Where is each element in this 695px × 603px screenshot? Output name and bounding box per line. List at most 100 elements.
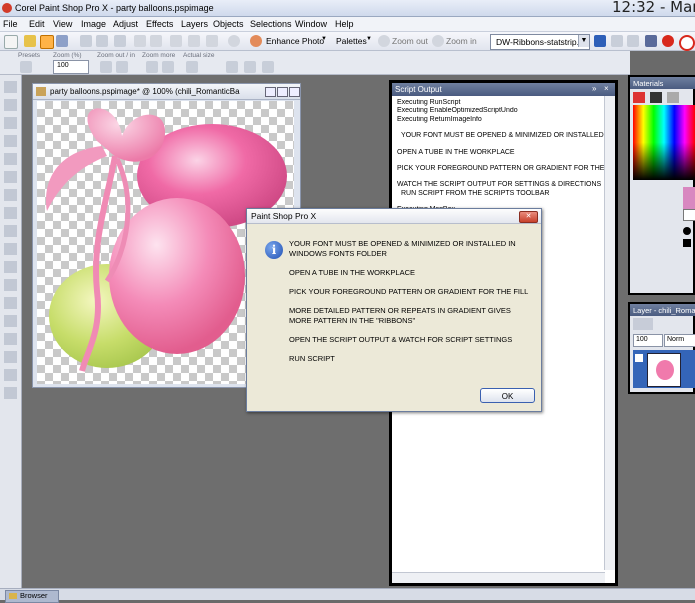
zoom-out-button[interactable]: Zoom out xyxy=(392,36,428,46)
vertical-scrollbar[interactable] xyxy=(604,96,615,570)
menu-window[interactable]: Window xyxy=(295,19,327,29)
materials-titlebar[interactable]: Materials xyxy=(630,77,695,89)
pin-icon[interactable]: » xyxy=(592,84,596,93)
layer-row[interactable] xyxy=(633,350,695,388)
redo-icon[interactable] xyxy=(150,35,162,47)
scan-icon[interactable] xyxy=(114,35,126,47)
blend-mode-select[interactable]: Norm xyxy=(664,334,695,347)
zoom-in-icon[interactable] xyxy=(432,35,444,47)
clock: 12:32 - March xyxy=(612,0,695,16)
zoom-more-in-icon[interactable] xyxy=(162,61,174,73)
close-icon[interactable]: ✕ xyxy=(519,211,538,223)
script-save-icon[interactable] xyxy=(627,35,639,47)
browser-tab[interactable]: Browser xyxy=(5,590,59,603)
eraser-tool-icon[interactable] xyxy=(4,297,17,309)
fit-screen-icon[interactable] xyxy=(262,61,274,73)
fit-image-icon[interactable] xyxy=(244,61,256,73)
crop-tool-icon[interactable] xyxy=(4,207,17,219)
fit-window-icon[interactable] xyxy=(226,61,238,73)
run-script-icon[interactable] xyxy=(594,35,606,47)
image-window-titlebar[interactable]: party balloons.pspimage* @ 100% (chili_R… xyxy=(33,84,300,100)
zoom-in-small-icon[interactable] xyxy=(116,61,128,73)
close-icon[interactable]: × xyxy=(604,84,609,93)
frame-tab-icon[interactable] xyxy=(633,92,645,103)
menu-objects[interactable]: Objects xyxy=(213,19,244,29)
eyedropper-icon[interactable] xyxy=(4,189,17,201)
menu-help[interactable]: Help xyxy=(335,19,354,29)
picture-tube-icon[interactable] xyxy=(4,315,17,327)
save-as-icon[interactable] xyxy=(80,35,92,47)
layers-titlebar[interactable]: Layer - chili_Roma xyxy=(630,304,695,316)
browse-icon[interactable] xyxy=(40,35,54,49)
flood-fill-icon[interactable] xyxy=(4,333,17,345)
magic-wand-icon[interactable] xyxy=(4,171,17,183)
opacity-input[interactable]: 100 xyxy=(633,334,663,347)
new-icon[interactable] xyxy=(4,35,18,49)
menu-image[interactable]: Image xyxy=(81,19,106,29)
text-tool-icon[interactable] xyxy=(4,351,17,363)
chevron-down-icon[interactable]: ▼ xyxy=(578,35,589,47)
actual-size-icon[interactable] xyxy=(186,61,198,73)
save-icon[interactable] xyxy=(56,35,68,47)
zoom-more-out-icon[interactable] xyxy=(146,61,158,73)
undo-icon[interactable] xyxy=(134,35,146,47)
opacity-value: 100 xyxy=(636,336,648,343)
enhance-photo-button[interactable]: Enhance Photo xyxy=(266,36,324,46)
copy-icon[interactable] xyxy=(188,35,200,47)
zoom-in-button[interactable]: Zoom in xyxy=(446,36,477,46)
menu-layers[interactable]: Layers xyxy=(181,19,208,29)
straighten-tool-icon[interactable] xyxy=(4,225,17,237)
help-icon[interactable] xyxy=(228,35,240,47)
color-spectrum[interactable] xyxy=(633,105,695,180)
print-icon[interactable] xyxy=(96,35,108,47)
zoom-out-icon[interactable] xyxy=(378,35,390,47)
presets-icon[interactable] xyxy=(20,61,32,73)
zoom-tool-icon[interactable] xyxy=(4,99,17,111)
visibility-icon[interactable] xyxy=(635,354,643,362)
texture-icon[interactable] xyxy=(683,227,691,235)
menu-selections[interactable]: Selections xyxy=(250,19,292,29)
paste-icon[interactable] xyxy=(206,35,218,47)
close-icon[interactable] xyxy=(289,87,300,97)
lighten-darken-icon[interactable] xyxy=(4,279,17,291)
script-output-titlebar[interactable]: Script Output » × xyxy=(392,83,615,96)
new-layer-icon[interactable] xyxy=(633,318,653,330)
palettes-button[interactable]: Palettes xyxy=(336,36,367,46)
menu-effects[interactable]: Effects xyxy=(146,19,173,29)
maximize-icon[interactable] xyxy=(277,87,288,97)
background-swatch[interactable] xyxy=(683,209,695,221)
open-icon[interactable] xyxy=(24,35,36,47)
menu-view[interactable]: View xyxy=(53,19,72,29)
pen-tool-icon[interactable] xyxy=(4,387,17,399)
zoom-out-small-icon[interactable] xyxy=(100,61,112,73)
preset-shape-icon[interactable] xyxy=(4,369,17,381)
script-edit-icon[interactable] xyxy=(611,35,623,47)
rainbow-tab-icon[interactable] xyxy=(650,92,662,103)
menu-file[interactable]: File xyxy=(3,19,18,29)
selection-tool-icon[interactable] xyxy=(4,135,17,147)
layers-palette[interactable]: Layer - chili_Roma 100 Norm xyxy=(628,302,695,394)
deform-tool-icon[interactable] xyxy=(4,117,17,129)
foreground-swatch[interactable] xyxy=(683,187,695,209)
pause-icon[interactable] xyxy=(679,35,695,51)
ok-button[interactable]: OK xyxy=(480,388,535,403)
pan-tool-icon[interactable] xyxy=(4,81,17,93)
dialog-titlebar[interactable]: Paint Shop Pro X ✕ xyxy=(247,209,541,224)
swatches-tab-icon[interactable] xyxy=(667,92,679,103)
horizontal-scrollbar[interactable] xyxy=(392,572,605,583)
layers-title: Layer - chili_Roma xyxy=(633,306,695,315)
swap-materials-icon[interactable] xyxy=(683,239,691,247)
zoom-input[interactable]: 100 xyxy=(53,60,89,74)
cut-icon[interactable] xyxy=(170,35,182,47)
menu-adjust[interactable]: Adjust xyxy=(113,19,138,29)
menu-edit[interactable]: Edit xyxy=(29,19,45,29)
freehand-selection-icon[interactable] xyxy=(4,153,17,165)
stop-icon[interactable] xyxy=(662,35,674,47)
script-select[interactable]: DW-Ribbons-statstrip... ▼ xyxy=(490,34,590,50)
enhance-photo-icon[interactable] xyxy=(250,35,262,47)
materials-palette[interactable]: Materials xyxy=(628,75,695,295)
minimize-icon[interactable] xyxy=(265,87,276,97)
clone-brush-icon[interactable] xyxy=(4,261,17,273)
paint-brush-icon[interactable] xyxy=(4,243,17,255)
script-record-icon[interactable] xyxy=(645,35,657,47)
